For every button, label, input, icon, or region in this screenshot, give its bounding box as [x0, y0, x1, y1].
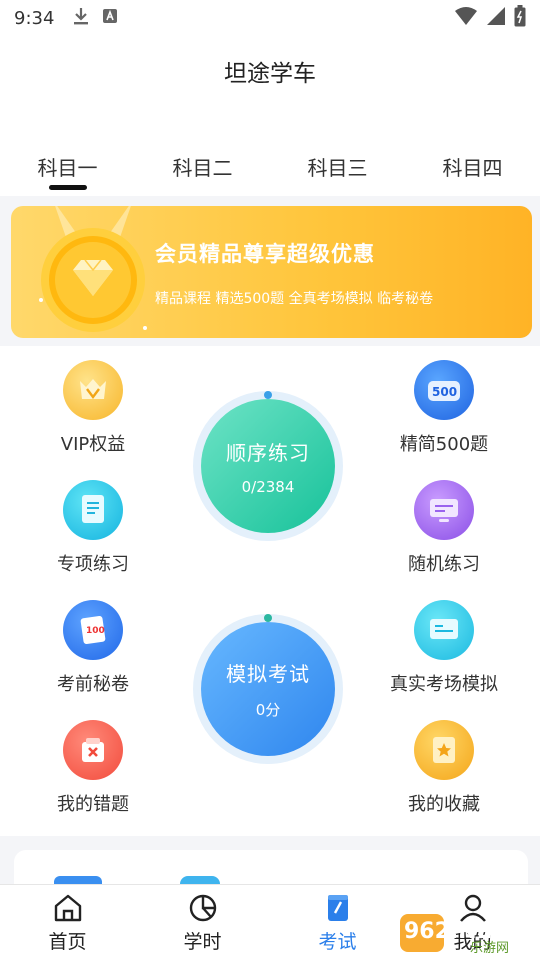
monitor-icon	[414, 480, 474, 540]
mistakes-label: 我的错题	[57, 794, 129, 815]
subject-tabs: 科目一 科目二 科目三 科目四	[0, 152, 540, 192]
signal-icon	[486, 6, 506, 30]
sequential-progress: 0/2384	[241, 477, 295, 496]
wifi-icon	[454, 6, 478, 30]
my-favorites-button[interactable]: 我的收藏	[374, 720, 514, 816]
star-bookmark-icon	[414, 720, 474, 780]
exam-paper-icon: 100	[63, 600, 123, 660]
status-bar: 9:34	[0, 0, 540, 36]
diamond-medal-icon	[39, 206, 147, 332]
sequential-title: 顺序练习	[226, 440, 310, 465]
header: 坦途学车 科目一 科目二 科目三 科目四	[0, 36, 540, 196]
selected-500-button[interactable]: 500 精简500题	[374, 360, 514, 456]
screen-icon	[414, 600, 474, 660]
secret-paper-button[interactable]: 100 考前秘卷	[23, 600, 163, 696]
badge-100: 100	[86, 626, 105, 636]
tab-subject-2[interactable]: 科目二	[135, 152, 270, 192]
real-exam-sim-button[interactable]: 真实考场模拟	[374, 600, 514, 696]
tab-subject-3[interactable]: 科目三	[270, 152, 405, 192]
site-watermark: 962.NET 乐游网	[400, 908, 536, 956]
special-practice-button[interactable]: 专项练习	[23, 480, 163, 576]
realexam-label: 真实考场模拟	[390, 674, 498, 695]
mock-title: 模拟考试	[226, 662, 310, 686]
status-time: 9:34	[14, 7, 55, 29]
exam-book-icon	[327, 895, 348, 921]
vip-crown-icon	[63, 360, 123, 420]
nav-study-label: 学时	[183, 931, 222, 953]
mock-score: 0分	[255, 701, 281, 719]
document-icon	[63, 480, 123, 540]
selected500-label: 精简500题	[399, 434, 489, 455]
special-label: 专项练习	[57, 554, 129, 575]
mock-inner: 模拟考试 0分	[201, 622, 335, 756]
pie-chart-icon	[189, 894, 216, 922]
vip-benefits-button[interactable]: VIP权益	[23, 360, 163, 456]
watermark-subtext: 乐游网	[470, 941, 509, 956]
battery-icon	[514, 5, 526, 31]
my-mistakes-button[interactable]: 我的错题	[23, 720, 163, 816]
feature-grid: VIP权益 专项练习 100 考前秘卷 我的错题 500 精简500题 随机练习	[0, 346, 540, 836]
badge-500: 500	[432, 385, 457, 399]
download-icon	[72, 6, 90, 30]
nav-home[interactable]: 首页	[0, 885, 135, 960]
vip-promo-banner[interactable]: 会员精品尊享超级优惠 精品课程 精选500题 全真考场模拟 临考秘卷	[11, 206, 532, 338]
nav-study-hours[interactable]: 学时	[135, 885, 270, 960]
mock-exam-button[interactable]: 模拟考试 0分	[193, 614, 343, 764]
nav-home-label: 首页	[48, 931, 87, 953]
nav-exam-label: 考试	[318, 931, 357, 953]
wrong-box-icon	[63, 720, 123, 780]
page-title: 坦途学车	[224, 61, 316, 87]
promo-title: 会员精品尊享超级优惠	[155, 242, 375, 266]
nav-exam[interactable]: 考试	[270, 885, 405, 960]
favorites-label: 我的收藏	[408, 794, 480, 815]
tab-subject-4[interactable]: 科目四	[405, 152, 540, 192]
random-label: 随机练习	[408, 554, 480, 575]
secret-label: 考前秘卷	[57, 674, 129, 695]
random-practice-button[interactable]: 随机练习	[374, 480, 514, 576]
home-icon	[54, 894, 81, 922]
promo-subtitle: 精品课程 精选500题 全真考场模拟 临考秘卷	[155, 291, 434, 307]
text-app-icon	[102, 8, 118, 28]
500-badge-icon: 500	[414, 360, 474, 420]
tab-subject-1[interactable]: 科目一	[0, 152, 135, 192]
sequential-inner: 顺序练习 0/2384	[201, 399, 335, 533]
vip-label: VIP权益	[60, 434, 126, 455]
sequential-practice-button[interactable]: 顺序练习 0/2384	[193, 391, 343, 541]
